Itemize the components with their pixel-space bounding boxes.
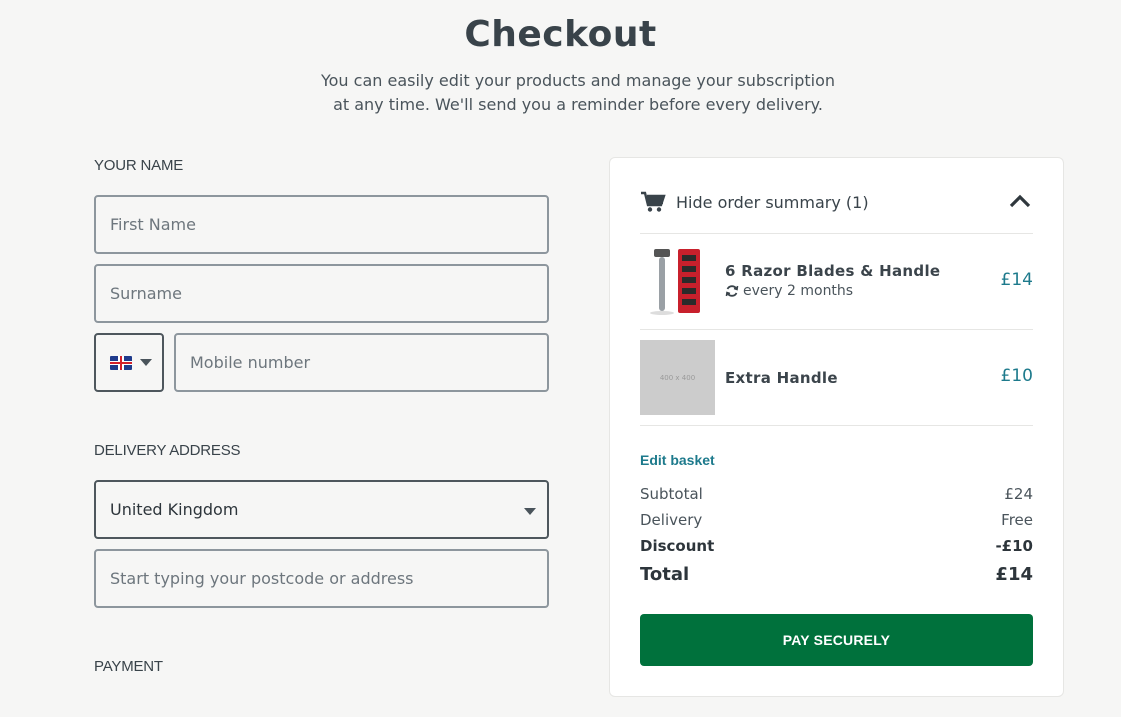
- address-placeholder: Start typing your postcode or address: [110, 569, 414, 588]
- first-name-placeholder: First Name: [110, 215, 196, 234]
- subtotal-label: Subtotal: [640, 485, 703, 503]
- discount-row: Discount -£10: [640, 537, 1033, 555]
- divider: [640, 329, 1033, 330]
- delivery-address-label: DELIVERY ADDRESS: [94, 442, 241, 459]
- country-value: United Kingdom: [110, 500, 239, 519]
- cart-icon: [641, 191, 666, 212]
- total-row: Total £14: [640, 564, 1033, 585]
- first-name-field[interactable]: First Name: [94, 195, 549, 254]
- image-placeholder-text: 400 x 400: [659, 373, 696, 382]
- surname-field[interactable]: Surname: [94, 264, 549, 323]
- mobile-number-field[interactable]: Mobile number: [174, 333, 549, 392]
- order-summary-toggle-label: Hide order summary (1): [676, 192, 869, 212]
- country-code-select[interactable]: [94, 333, 164, 392]
- page-title: Checkout: [464, 14, 657, 55]
- chevron-down-icon: [140, 359, 152, 366]
- discount-label: Discount: [640, 537, 715, 555]
- product-name: Extra Handle: [725, 369, 838, 387]
- chevron-up-icon[interactable]: [1009, 194, 1031, 208]
- frequency-label: every 2 months: [743, 283, 854, 299]
- divider: [640, 425, 1033, 426]
- page-subtitle: You can easily edit your products and ma…: [0, 69, 1121, 117]
- product-price: £10: [1000, 366, 1033, 386]
- subtotal-value: £24: [1004, 485, 1033, 503]
- address-search-field[interactable]: Start typing your postcode or address: [94, 549, 549, 608]
- subtitle-line-2: at any time. We'll send you a reminder b…: [333, 95, 823, 114]
- total-value: £14: [995, 564, 1033, 585]
- delivery-label: Delivery: [640, 511, 703, 529]
- order-summary-card: Hide order summary (1) 6 Razor Blades & …: [609, 157, 1064, 697]
- mobile-placeholder: Mobile number: [190, 353, 311, 372]
- order-summary-toggle[interactable]: Hide order summary (1): [640, 190, 1033, 214]
- delivery-value: Free: [1001, 511, 1033, 529]
- pay-securely-button[interactable]: PAY SECURELY: [640, 614, 1033, 666]
- your-name-label: YOUR NAME: [94, 157, 184, 174]
- subtotal-row: Subtotal £24: [640, 485, 1033, 503]
- delivery-row: Delivery Free: [640, 511, 1033, 529]
- extra-handle-image: 400 x 400: [640, 340, 715, 415]
- subscription-frequency: every 2 months: [725, 283, 853, 299]
- razor-product-image: [640, 246, 712, 316]
- edit-basket-link[interactable]: Edit basket: [640, 452, 715, 468]
- country-select[interactable]: United Kingdom: [94, 480, 549, 539]
- divider: [640, 233, 1033, 234]
- refresh-icon: [725, 285, 739, 297]
- surname-placeholder: Surname: [110, 284, 182, 303]
- chevron-down-icon: [524, 508, 536, 515]
- subtitle-line-1: You can easily edit your products and ma…: [320, 71, 835, 90]
- payment-label: PAYMENT: [94, 658, 163, 675]
- uk-flag-icon: [110, 356, 132, 370]
- discount-value: -£10: [995, 537, 1033, 555]
- product-price: £14: [1000, 270, 1033, 290]
- product-name: 6 Razor Blades & Handle: [725, 262, 941, 280]
- total-label: Total: [640, 564, 690, 585]
